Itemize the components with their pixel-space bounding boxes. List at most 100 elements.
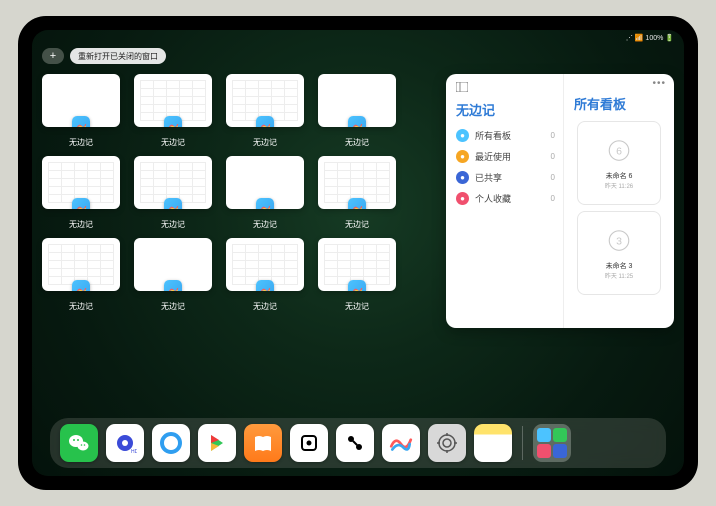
thumb-preview bbox=[42, 156, 120, 209]
dock-settings-icon[interactable] bbox=[428, 424, 466, 462]
window-thumbnail[interactable]: 无边记 bbox=[226, 238, 304, 312]
dock-dice-icon[interactable] bbox=[290, 424, 328, 462]
ipad-frame: ⋰ 📶 100% 🔋 + 重新打开已关闭的窗口 无边记无边记无边记无边记无边记无… bbox=[18, 16, 698, 490]
thumb-preview bbox=[42, 238, 120, 291]
new-window-button[interactable]: + bbox=[42, 48, 64, 64]
more-icon[interactable]: ••• bbox=[652, 78, 666, 89]
dock-books-icon[interactable] bbox=[244, 424, 282, 462]
panel-title-right: 所有看板 bbox=[574, 94, 664, 113]
list-count: 0 bbox=[551, 131, 555, 140]
window-thumbnail[interactable]: 无边记 bbox=[42, 238, 120, 312]
freeform-app-icon bbox=[348, 198, 366, 209]
dock-freeform-icon[interactable] bbox=[382, 424, 420, 462]
thumb-label: 无边记 bbox=[345, 301, 369, 312]
dock-recent-apps[interactable] bbox=[533, 424, 571, 462]
sidebar-item[interactable]: ●最近使用0 bbox=[456, 146, 555, 167]
window-thumbnail[interactable]: 无边记 bbox=[318, 156, 396, 230]
reopen-closed-window-pill[interactable]: 重新打开已关闭的窗口 bbox=[70, 48, 166, 64]
thumb-preview bbox=[134, 156, 212, 209]
thumb-preview bbox=[134, 74, 212, 127]
thumb-label: 无边记 bbox=[161, 301, 185, 312]
svg-text:3: 3 bbox=[616, 235, 622, 247]
dock-separator bbox=[522, 426, 523, 460]
window-thumbnail[interactable]: 无边记 bbox=[226, 74, 304, 148]
svg-text:6: 6 bbox=[616, 145, 622, 157]
freeform-app-icon bbox=[256, 280, 274, 291]
panel-sidebar: 无边记 ●所有看板0●最近使用0●已共享0●个人收藏0 bbox=[446, 74, 564, 328]
thumb-label: 无边记 bbox=[253, 219, 277, 230]
board-card[interactable]: 6 未命名 6昨天 11:26 bbox=[577, 121, 661, 205]
window-thumbnail[interactable]: 无边记 bbox=[318, 74, 396, 148]
status-right: ⋰ 📶 100% 🔋 bbox=[626, 34, 674, 42]
thumb-preview bbox=[42, 74, 120, 127]
thumb-label: 无边记 bbox=[345, 137, 369, 148]
thumb-label: 无边记 bbox=[69, 301, 93, 312]
list-icon: ● bbox=[456, 171, 469, 184]
panel-title-left: 无边记 bbox=[456, 100, 555, 119]
board-card[interactable]: 3 未命名 3昨天 11:25 bbox=[577, 211, 661, 295]
list-label: 所有看板 bbox=[475, 129, 511, 142]
freeform-app-icon bbox=[256, 198, 274, 209]
thumb-label: 无边记 bbox=[345, 219, 369, 230]
thumb-preview bbox=[226, 74, 304, 127]
board-thumb: 3 bbox=[604, 227, 634, 257]
window-thumbnail[interactable]: 无边记 bbox=[134, 74, 212, 148]
thumb-label: 无边记 bbox=[69, 137, 93, 148]
thumb-preview bbox=[318, 156, 396, 209]
freeform-app-icon bbox=[72, 280, 90, 291]
thumb-label: 无边记 bbox=[253, 137, 277, 148]
window-thumbnail[interactable]: 无边记 bbox=[42, 156, 120, 230]
window-thumbnail[interactable]: 无边记 bbox=[318, 238, 396, 312]
window-thumbnail[interactable]: 无边记 bbox=[226, 156, 304, 230]
freeform-app-icon bbox=[164, 280, 182, 291]
freeform-app-icon bbox=[72, 116, 90, 127]
dock-quark-icon[interactable]: HD bbox=[106, 424, 144, 462]
board-thumb: 6 bbox=[604, 137, 634, 167]
top-controls: + 重新打开已关闭的窗口 bbox=[32, 44, 684, 68]
svg-text:HD: HD bbox=[131, 449, 137, 455]
sidebar-item[interactable]: ● 所有看板 0 bbox=[456, 125, 555, 146]
window-thumbnail[interactable]: 无边记 bbox=[134, 156, 212, 230]
freeform-app-icon bbox=[256, 116, 274, 127]
work-area: 无边记无边记无边记无边记无边记无边记无边记无边记无边记无边记无边记无边记 •••… bbox=[32, 68, 684, 476]
freeform-app-icon bbox=[348, 280, 366, 291]
screen: ⋰ 📶 100% 🔋 + 重新打开已关闭的窗口 无边记无边记无边记无边记无边记无… bbox=[32, 30, 684, 476]
freeform-panel[interactable]: ••• 无边记 ●所有看板0●最近使用0●已共享0●个人收藏0 所有看板 6未命… bbox=[446, 74, 674, 328]
thumb-preview bbox=[226, 238, 304, 291]
window-thumbnail-grid: 无边记无边记无边记无边记无边记无边记无边记无边记无边记无边记无边记无边记 bbox=[42, 74, 396, 472]
thumb-label: 无边记 bbox=[253, 301, 277, 312]
dock-qqbrowser-icon[interactable] bbox=[152, 424, 190, 462]
dock: HD bbox=[50, 418, 666, 468]
status-bar: ⋰ 📶 100% 🔋 bbox=[32, 30, 684, 44]
dock-play-icon[interactable] bbox=[198, 424, 236, 462]
freeform-app-icon bbox=[72, 198, 90, 209]
list-count: 0 bbox=[551, 173, 555, 182]
thumb-preview bbox=[318, 238, 396, 291]
thumb-preview bbox=[226, 156, 304, 209]
window-thumbnail[interactable]: 无边记 bbox=[42, 74, 120, 148]
sidebar-item[interactable]: ● 已共享 0 bbox=[456, 167, 555, 188]
dock-connect-icon[interactable] bbox=[336, 424, 374, 462]
list-icon: ● bbox=[456, 150, 469, 163]
list-label: 已共享 bbox=[475, 171, 502, 184]
thumb-preview bbox=[318, 74, 396, 127]
panel-main: 所有看板 6 未命名 6昨天 11:26 3 未命名 3昨天 11:25 bbox=[564, 74, 674, 328]
list-icon: ● bbox=[456, 129, 469, 142]
sidebar-toggle-icon[interactable] bbox=[456, 82, 555, 92]
window-thumbnail[interactable]: 无边记 bbox=[134, 238, 212, 312]
thumb-label: 无边记 bbox=[161, 137, 185, 148]
list-label: 个人收藏 bbox=[475, 192, 511, 205]
thumb-label: 无边记 bbox=[161, 219, 185, 230]
sidebar-item[interactable]: ● 个人收藏 0 bbox=[456, 188, 555, 209]
list-count: 0 bbox=[551, 194, 555, 203]
freeform-app-icon bbox=[164, 198, 182, 209]
board-name: 未命名 6昨天 11:26 bbox=[605, 171, 633, 190]
thumb-label: 无边记 bbox=[69, 219, 93, 230]
thumb-preview bbox=[134, 238, 212, 291]
dock-wechat-icon[interactable] bbox=[60, 424, 98, 462]
list-icon: ● bbox=[456, 192, 469, 205]
list-label: 最近使用 bbox=[475, 150, 511, 163]
board-name: 未命名 3昨天 11:25 bbox=[605, 261, 633, 280]
dock-notes-icon[interactable] bbox=[474, 424, 512, 462]
reopen-label: 重新打开已关闭的窗口 bbox=[78, 51, 158, 62]
